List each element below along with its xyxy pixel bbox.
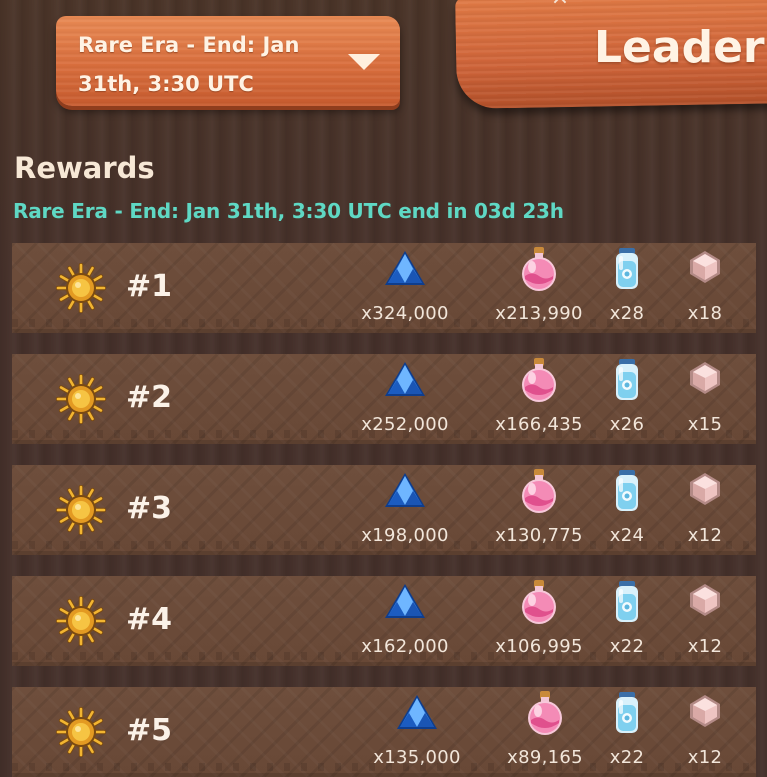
pink-gem-icon (690, 695, 720, 727)
reward-quantity: x198,000 (361, 525, 449, 546)
blue-crystal-icon (385, 473, 425, 507)
gold-sun-medal-icon (56, 596, 106, 646)
rank-label: #2 (126, 380, 173, 415)
blue-jar-icon (616, 581, 638, 622)
reward-quantity: x12 (687, 636, 723, 657)
blue-jar-icon (616, 692, 638, 733)
era-selector-label: Rare Era - End: Jan 31th, 3:30 UTC (78, 26, 328, 104)
reward-crystal: x198,000 (350, 471, 460, 551)
reward-row-rank-5: #5 x135,000 x89,165 x22 x12 (12, 687, 756, 777)
blue-jar-icon (616, 359, 638, 400)
blue-crystal-icon (385, 584, 425, 618)
reward-row-rank-4: #4 x162,000 x106,995 x22 x12 (12, 576, 756, 666)
rank-label: #5 (126, 713, 173, 748)
rank-label: #4 (126, 602, 173, 637)
gold-sun-medal-icon (56, 263, 106, 313)
chevron-down-icon (348, 54, 380, 70)
reward-gem: x12 (650, 693, 760, 773)
reward-crystal: x252,000 (350, 360, 460, 440)
reward-gem: x12 (650, 582, 760, 662)
reward-quantity: x18 (687, 303, 723, 324)
reward-quantity: x252,000 (361, 414, 449, 435)
rewards-countdown: Rare Era - End: Jan 31th, 3:30 UTC end i… (13, 199, 564, 223)
pink-potion-icon (522, 247, 556, 291)
gold-sun-medal-icon (56, 374, 106, 424)
rank-label: #3 (126, 491, 173, 526)
reward-row-rank-1: #1 x324,000 x213,990 x28 x18 (12, 243, 756, 333)
blue-crystal-icon (385, 251, 425, 285)
pink-gem-icon (690, 584, 720, 616)
close-icon[interactable]: × (550, 0, 570, 9)
reward-quantity: x135,000 (373, 747, 461, 768)
reward-crystal: x162,000 (350, 582, 460, 662)
reward-quantity: x15 (687, 414, 723, 435)
pink-potion-icon (522, 580, 556, 624)
reward-row-rank-3: #3 x198,000 x130,775 x24 x12 (12, 465, 756, 555)
pink-gem-icon (690, 251, 720, 283)
rewards-title: Rewards (14, 151, 155, 185)
reward-gem: x12 (650, 471, 760, 551)
reward-quantity: x324,000 (361, 303, 449, 324)
reward-crystal: x324,000 (350, 249, 460, 329)
gold-sun-medal-icon (56, 485, 106, 535)
pink-gem-icon (690, 473, 720, 505)
blue-crystal-icon (397, 695, 437, 729)
era-selector-dropdown[interactable]: Rare Era - End: Jan 31th, 3:30 UTC (56, 16, 400, 106)
leaderboard-title: Leader (594, 22, 765, 73)
pink-potion-icon (522, 469, 556, 513)
blue-jar-icon (616, 248, 638, 289)
reward-crystal: x135,000 (362, 693, 472, 773)
reward-quantity: x162,000 (361, 636, 449, 657)
pink-potion-icon (522, 358, 556, 402)
gold-sun-medal-icon (56, 707, 106, 757)
pink-potion-icon (528, 691, 562, 735)
blue-jar-icon (616, 470, 638, 511)
reward-gem: x18 (650, 249, 760, 329)
era-selector-line-2: 31th, 3:30 UTC (78, 72, 254, 96)
reward-gem: x15 (650, 360, 760, 440)
reward-quantity: x12 (687, 747, 723, 768)
blue-crystal-icon (385, 362, 425, 396)
reward-row-rank-2: #2 x252,000 x166,435 x26 x15 (12, 354, 756, 444)
pink-gem-icon (690, 362, 720, 394)
era-selector-line-1: Rare Era - End: Jan (78, 33, 300, 57)
rank-label: #1 (126, 269, 173, 304)
reward-quantity: x12 (687, 525, 723, 546)
